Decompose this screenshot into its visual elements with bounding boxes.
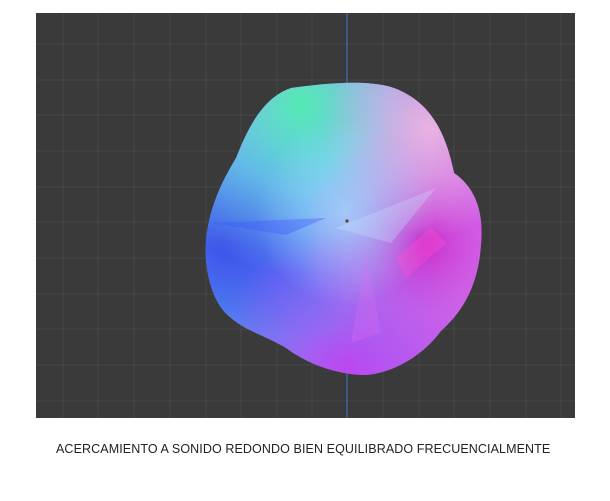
3d-viewport[interactable] <box>36 13 575 418</box>
image-caption: ACERCAMIENTO A SONIDO REDONDO BIEN EQUIL… <box>56 442 551 456</box>
origin-marker <box>344 218 350 224</box>
viewport-scene <box>36 13 575 418</box>
